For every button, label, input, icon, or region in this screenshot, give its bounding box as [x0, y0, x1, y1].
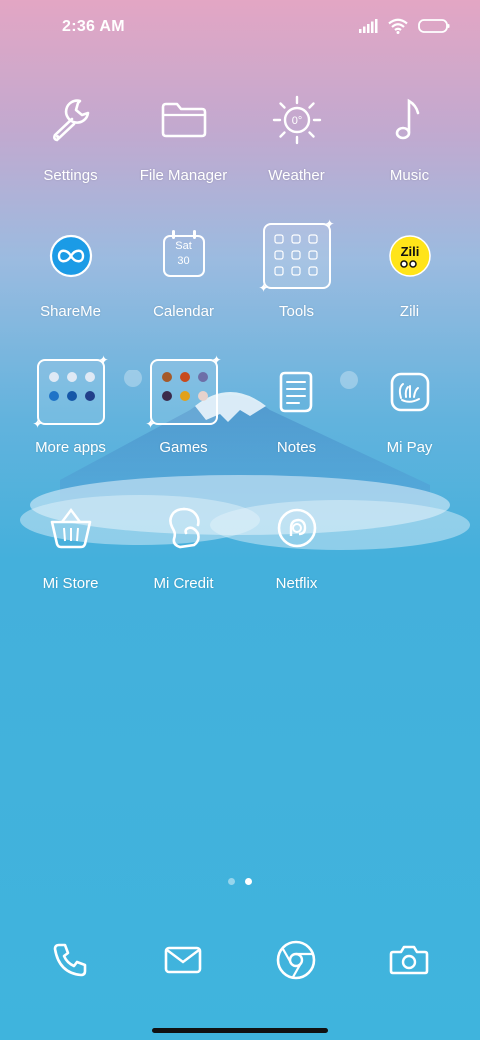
app-label: File Manager	[139, 167, 228, 184]
basket-icon	[34, 491, 108, 565]
app-label: Notes	[276, 439, 317, 456]
folder-tools[interactable]: ✦ ✦ Tools	[240, 211, 353, 331]
mi-credit-icon	[147, 491, 221, 565]
folder-icon: ✦ ✦	[33, 353, 109, 431]
calendar-day: Sat	[175, 240, 192, 252]
notes-icon	[260, 355, 334, 429]
zili-icon: Zili	[373, 219, 447, 293]
sparkle-icon: ✦	[32, 417, 43, 431]
app-calendar[interactable]: Sat 30 Calendar	[127, 211, 240, 331]
page-indicator	[0, 878, 480, 885]
app-label: Mi Pay	[386, 439, 433, 456]
app-notes[interactable]: Notes	[240, 347, 353, 467]
app-row-4: Mi Store Mi Credit Netflix	[0, 483, 480, 613]
status-time: 2:36 AM	[62, 18, 125, 35]
wrench-icon	[34, 83, 108, 157]
phone-icon	[53, 943, 87, 977]
sparkle-icon: ✦	[324, 217, 335, 231]
app-mi-pay[interactable]: Mi Pay	[353, 347, 466, 467]
app-row-3: ✦ ✦ More apps ✦ ✦ Games Notes Mi Pay	[0, 347, 480, 477]
weather-temp: 0°	[291, 115, 302, 127]
folder-mini-icons	[273, 234, 318, 276]
folder-preview: ✦ ✦	[259, 217, 335, 295]
app-label: ShareMe	[40, 303, 101, 320]
app-file-manager[interactable]: File Manager	[127, 75, 240, 195]
zili-logo-text: Zili	[400, 244, 419, 259]
sparkle-icon: ✦	[98, 353, 109, 367]
shareme-icon	[34, 219, 108, 293]
home-indicator[interactable]	[152, 1028, 328, 1033]
folder-preview: ✦ ✦	[33, 353, 109, 431]
music-note-icon	[373, 83, 447, 157]
calendar-date: 30	[177, 255, 190, 267]
sparkle-icon: ✦	[145, 417, 156, 431]
browser-icon	[276, 940, 316, 980]
folder-icon: ✦ ✦	[259, 217, 335, 295]
wifi-icon	[388, 18, 408, 34]
folder-preview: ✦ ✦	[146, 353, 222, 431]
folder-more-apps[interactable]: ✦ ✦ More apps	[14, 347, 127, 467]
app-settings[interactable]: Settings	[14, 75, 127, 195]
app-label: Games	[159, 439, 208, 456]
sun-icon: 0°	[260, 83, 334, 157]
battery-icon	[418, 19, 450, 33]
netflix-icon	[260, 491, 334, 565]
app-shareme[interactable]: ShareMe	[14, 211, 127, 331]
app-label: Mi Store	[42, 575, 99, 592]
dock-browser[interactable]	[266, 930, 326, 990]
app-label: Settings	[43, 167, 98, 184]
app-mi-store[interactable]: Mi Store	[14, 483, 127, 603]
app-label: Calendar	[153, 303, 214, 320]
camera-icon	[389, 945, 429, 975]
app-label: More apps	[35, 439, 106, 456]
dock-phone[interactable]	[40, 930, 100, 990]
signal-icon	[359, 19, 378, 33]
app-label: Tools	[278, 303, 315, 320]
message-icon	[164, 946, 202, 974]
app-label: Zili	[399, 303, 420, 320]
status-bar: 2:36 AM	[0, 0, 480, 56]
folder-games[interactable]: ✦ ✦ Games	[127, 347, 240, 467]
calendar-icon: Sat 30	[147, 219, 221, 293]
app-label: Mi Credit	[153, 575, 214, 592]
app-row-1: Settings File Manager 0° Weather Music	[0, 75, 480, 205]
app-weather[interactable]: 0° Weather	[240, 75, 353, 195]
app-row-2: ShareMe Sat 30 Calendar ✦ ✦ Tools Zili Z…	[0, 211, 480, 341]
app-label: Weather	[268, 167, 325, 184]
app-music[interactable]: Music	[353, 75, 466, 195]
folder-icon	[147, 83, 221, 157]
dock-camera[interactable]	[379, 930, 439, 990]
sparkle-icon: ✦	[258, 281, 269, 295]
app-label: Netflix	[275, 575, 318, 592]
folder-icon: ✦ ✦	[146, 353, 222, 431]
page-dot[interactable]	[228, 878, 235, 885]
app-label: Music	[389, 167, 430, 184]
app-mi-credit[interactable]: Mi Credit	[127, 483, 240, 603]
sparkle-icon: ✦	[211, 353, 222, 367]
page-dot-active[interactable]	[245, 878, 252, 885]
dock	[0, 930, 480, 990]
app-zili[interactable]: Zili Zili	[353, 211, 466, 331]
app-netflix[interactable]: Netflix	[240, 483, 353, 603]
dock-messages[interactable]	[153, 930, 213, 990]
mi-pay-icon	[373, 355, 447, 429]
